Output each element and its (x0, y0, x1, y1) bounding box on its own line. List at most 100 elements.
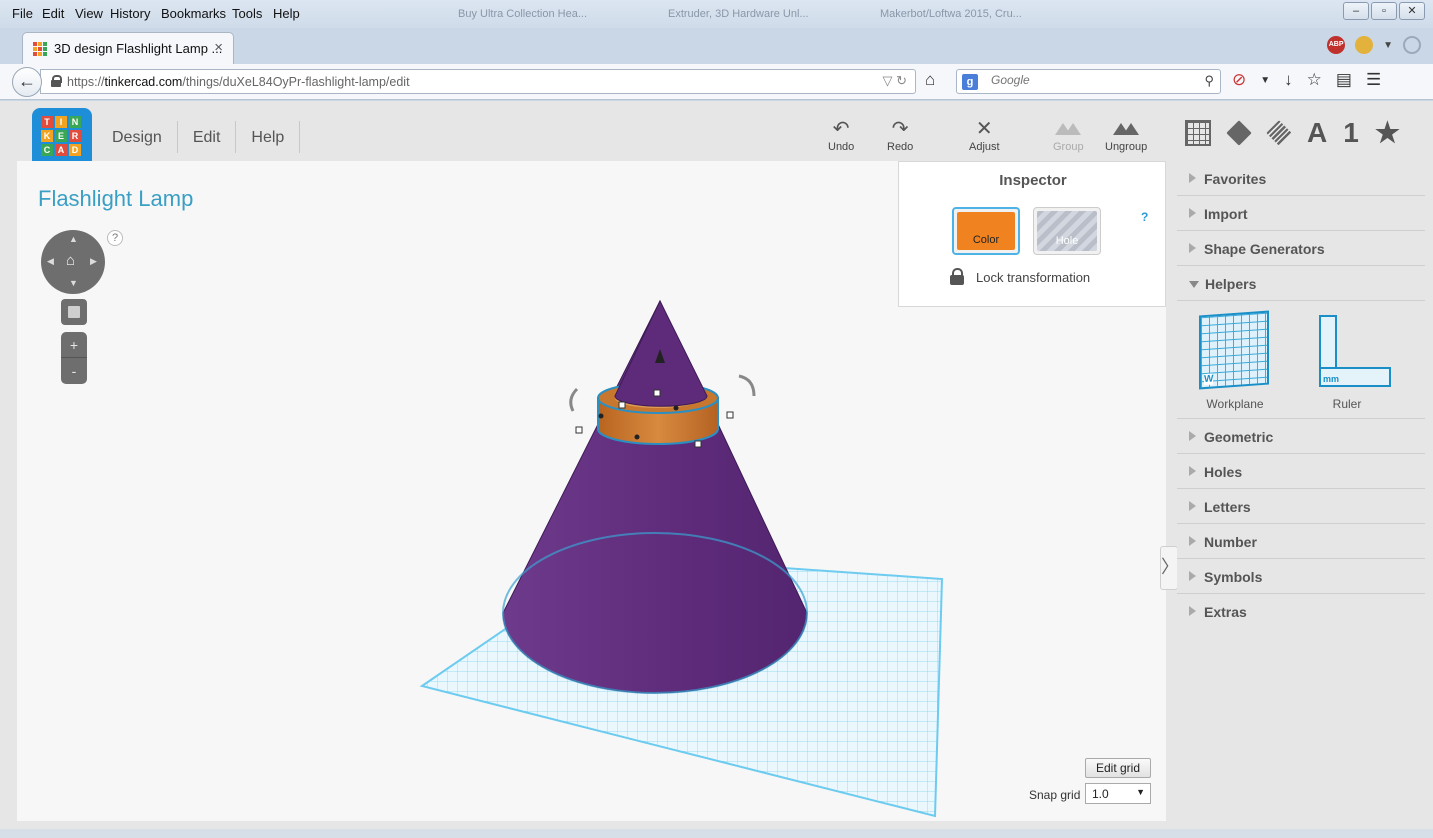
search-bar[interactable]: g ⚲ (956, 69, 1221, 94)
fit-view-cube-icon[interactable] (61, 299, 87, 325)
3d-workspace[interactable]: Flashlight Lamp ▲ ▼ ◀ ▶ ⌂ ? + - Inspecto… (17, 161, 1166, 821)
inspector-title: Inspector (999, 172, 1067, 189)
collapse-panel-button[interactable]: 〉 (1160, 546, 1179, 590)
view-switcher: A 1 ★ (1185, 116, 1400, 149)
menu-help-app[interactable]: Help (236, 121, 301, 153)
close-window-button[interactable]: ✕ (1399, 2, 1425, 20)
section-shape-generators[interactable]: Shape Generators (1177, 231, 1425, 266)
menu-edit-app[interactable]: Edit (178, 121, 237, 153)
navigation-help-icon[interactable]: ? (107, 230, 123, 246)
favorites-star-icon[interactable]: ★ (1375, 116, 1400, 149)
color-button[interactable]: Color (952, 207, 1020, 255)
snap-grid-label: Snap grid (1029, 788, 1081, 802)
inspector-help-icon[interactable]: ? (1141, 210, 1148, 224)
google-icon[interactable]: g (962, 74, 978, 90)
background-tab[interactable]: Buy Ultra Collection Hea... (458, 8, 587, 26)
orbit-up-icon[interactable]: ▲ (69, 234, 78, 244)
section-symbols[interactable]: Symbols (1177, 559, 1425, 594)
zoom-in-button[interactable]: + (61, 332, 87, 358)
sync-icon[interactable] (1403, 36, 1421, 54)
lock-transformation-toggle[interactable]: Lock transformation (950, 268, 1090, 286)
menu-edit[interactable]: Edit (42, 6, 64, 21)
maximize-button[interactable]: ▫ (1371, 2, 1397, 20)
menu-history[interactable]: History (110, 6, 150, 21)
section-number[interactable]: Number (1177, 524, 1425, 559)
url-bar[interactable]: https://tinkercad.com/things/duXeL84OyPr… (40, 69, 916, 94)
search-input[interactable] (991, 73, 1191, 87)
home-view-icon[interactable]: ⌂ (66, 252, 75, 269)
redo-button[interactable]: ↷ Redo (887, 117, 913, 153)
section-favorites[interactable]: Favorites (1177, 161, 1425, 196)
menu-file[interactable]: File (12, 6, 33, 21)
blocked-download-icon[interactable]: ⊘ (1232, 70, 1246, 90)
reload-icon[interactable]: ▽ ↻ (882, 73, 907, 89)
secure-lock-icon (51, 75, 62, 87)
solid-cube-icon[interactable] (1226, 119, 1252, 146)
app-menu: Design Edit Help (97, 121, 301, 153)
url-text[interactable]: https://tinkercad.com/things/duXeL84OyPr… (67, 75, 410, 89)
undo-button[interactable]: ↶ Undo (828, 117, 854, 153)
orbit-down-icon[interactable]: ▼ (69, 278, 78, 288)
shapes-side-panel: Favorites Import Shape Generators Helper… (1177, 161, 1425, 831)
lock-icon[interactable] (950, 268, 964, 286)
hole-cube-icon[interactable] (1266, 119, 1292, 146)
helper-ruler[interactable]: mm Ruler (1297, 311, 1397, 411)
zoom-out-button[interactable]: - (61, 358, 87, 384)
navigation-bar: https://tinkercad.com/things/duXeL84OyPr… (0, 64, 1433, 100)
snap-grid-select[interactable]: 1.0 ▼ (1085, 783, 1151, 804)
workplane-view-icon[interactable] (1185, 119, 1211, 146)
adblock-icon[interactable]: ABP (1327, 36, 1346, 54)
back-button[interactable]: ← (12, 67, 42, 97)
section-helpers[interactable]: Helpers (1177, 266, 1425, 301)
section-extras[interactable]: Extras (1177, 594, 1425, 629)
menu-bookmarks[interactable]: Bookmarks (161, 6, 226, 21)
section-letters[interactable]: Letters (1177, 489, 1425, 524)
zoom-control: + - (61, 332, 87, 384)
menu-help[interactable]: Help (273, 6, 300, 21)
download-icon[interactable]: ↓ (1284, 70, 1293, 90)
tinkercad-app: TIN KER CAD Design Edit Help ↶ Undo ↷ Re… (0, 101, 1433, 838)
tab-bar-icons: ABP ▼ (1327, 36, 1421, 54)
active-tab[interactable]: 3D design Flashlight Lamp ... × (22, 32, 234, 64)
bookmark-star-icon[interactable]: ☆ (1307, 70, 1322, 90)
menu-design[interactable]: Design (97, 121, 178, 153)
edit-grid-button[interactable]: Edit grid (1085, 758, 1151, 778)
section-import[interactable]: Import (1177, 196, 1425, 231)
app-header: TIN KER CAD Design Edit Help ↶ Undo ↷ Re… (0, 101, 1433, 168)
minimize-button[interactable]: – (1343, 2, 1369, 20)
helper-workplane[interactable]: W Workplane (1185, 310, 1285, 411)
section-geometric[interactable]: Geometric (1177, 419, 1425, 454)
background-tab[interactable]: Extruder, 3D Hardware Unl... (668, 8, 809, 26)
redo-icon: ↷ (891, 118, 909, 140)
hole-button[interactable]: Hole (1033, 207, 1101, 255)
orbit-control[interactable]: ▲ ▼ ◀ ▶ ⌂ (41, 230, 105, 294)
adjust-icon: ✕ (975, 118, 993, 140)
dropdown-chevron-icon[interactable]: ▼ (1260, 75, 1270, 86)
adjust-button[interactable]: ✕ Adjust (969, 117, 1000, 153)
search-icon[interactable]: ⚲ (1204, 73, 1214, 89)
tab-list-chevron-icon[interactable]: ▼ (1383, 40, 1393, 51)
letters-icon[interactable]: A (1307, 117, 1327, 149)
section-holes[interactable]: Holes (1177, 454, 1425, 489)
ungroup-button[interactable]: Ungroup (1105, 117, 1147, 153)
tab-close-icon[interactable]: × (214, 39, 223, 56)
orbit-right-icon[interactable]: ▶ (90, 256, 97, 267)
design-title[interactable]: Flashlight Lamp (38, 186, 193, 212)
inspector-panel: Inspector ? Color Hole Lock transformati… (898, 161, 1166, 307)
tab-title: 3D design Flashlight Lamp ... (54, 41, 223, 56)
undo-icon: ↶ (832, 118, 850, 140)
numbers-icon[interactable]: 1 (1343, 117, 1359, 149)
greasemonkey-icon[interactable] (1355, 36, 1374, 54)
tinkercad-favicon-icon (33, 42, 47, 56)
group-button[interactable]: Group (1053, 117, 1084, 153)
ungroup-icon (1105, 117, 1147, 141)
menu-tools[interactable]: Tools (232, 6, 262, 21)
group-icon (1053, 117, 1084, 141)
home-icon[interactable]: ⌂ (925, 70, 935, 90)
menu-view[interactable]: View (75, 6, 103, 21)
reading-list-icon[interactable]: ▤ (1336, 70, 1352, 90)
orbit-left-icon[interactable]: ◀ (47, 256, 54, 267)
hamburger-menu-icon[interactable]: ☰ (1366, 70, 1381, 90)
tinkercad-logo[interactable]: TIN KER CAD (32, 108, 92, 168)
background-tab[interactable]: Makerbot/Loftwa 2015, Cru... (880, 8, 1022, 26)
